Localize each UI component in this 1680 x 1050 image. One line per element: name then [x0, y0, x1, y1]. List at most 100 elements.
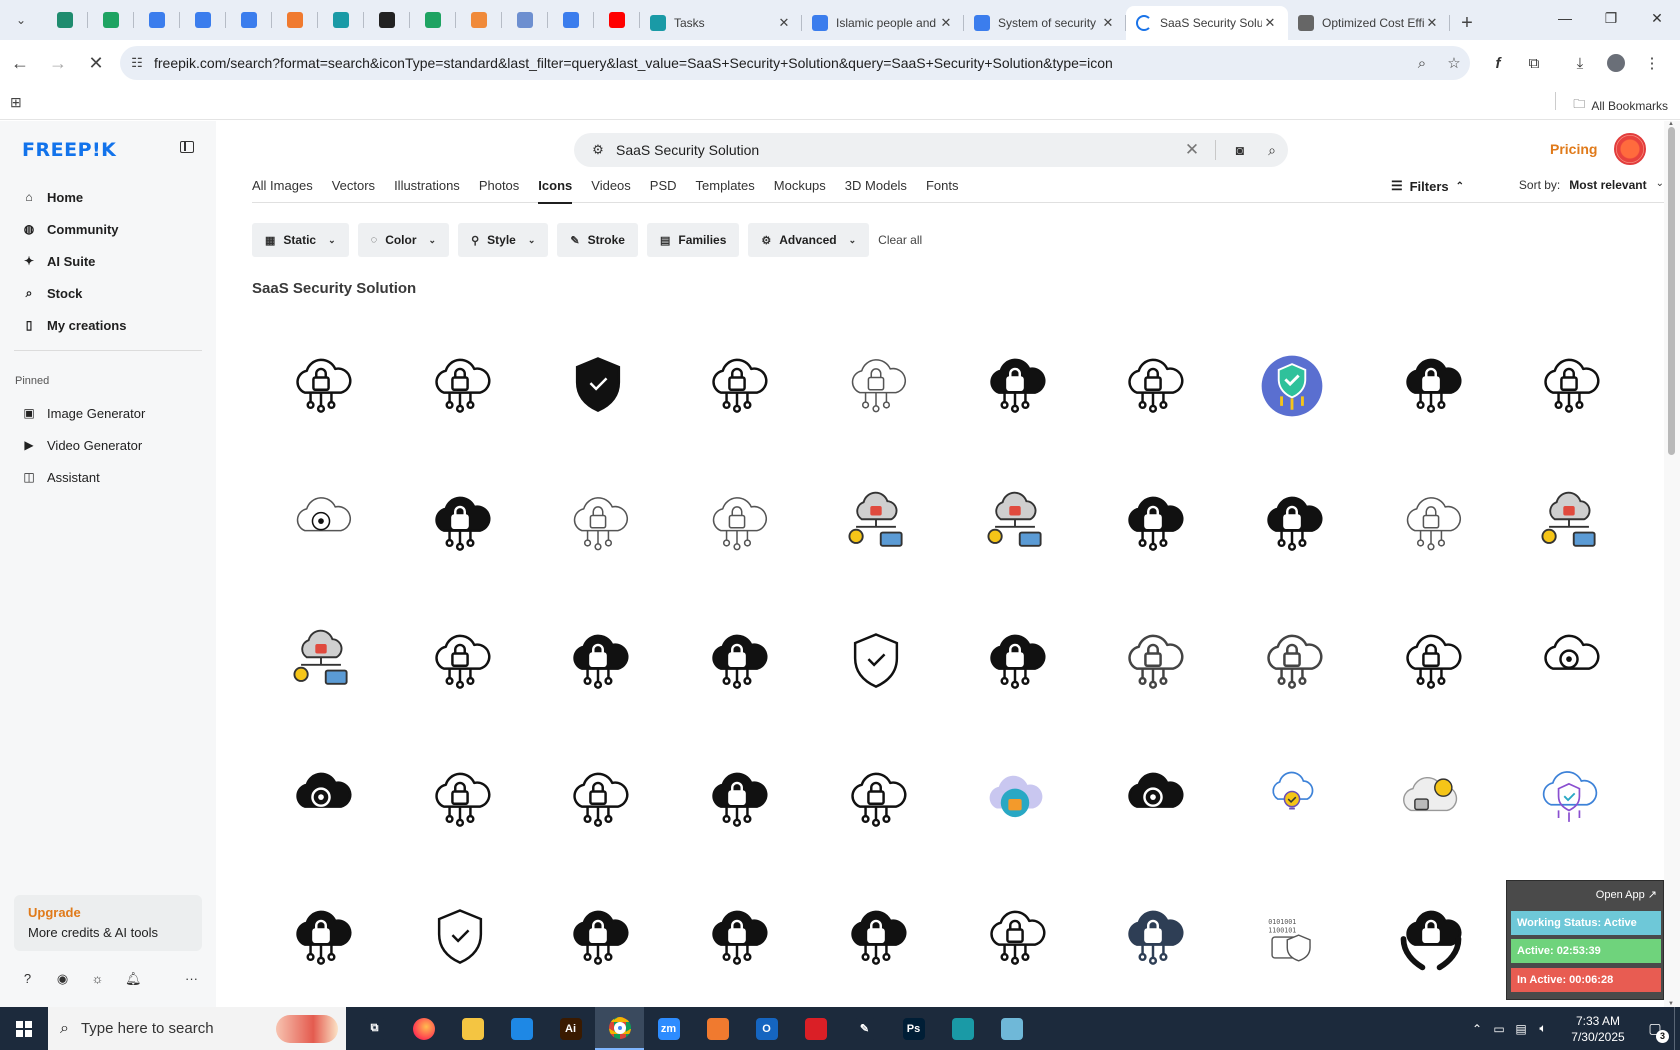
- clear-all-button[interactable]: Clear all: [878, 233, 922, 247]
- pinned-tab[interactable]: [42, 0, 88, 40]
- icon-result-shield-check-network[interactable]: [529, 317, 667, 455]
- tab-all-images[interactable]: All Images: [252, 169, 313, 203]
- taskbar-app-chrome[interactable]: [595, 1007, 644, 1050]
- taskbar-app-xampp[interactable]: [693, 1007, 742, 1050]
- taskbar-search[interactable]: ⌕ Type here to search: [48, 1007, 346, 1050]
- icon-result-cloud-lock-printer[interactable]: [391, 317, 529, 455]
- browser-tab[interactable]: Optimized Cost Effi ✕: [1288, 6, 1450, 40]
- discord-icon[interactable]: ◉: [55, 971, 70, 987]
- tab-psd[interactable]: PSD: [650, 169, 677, 203]
- icon-result-cloud-lock-hanging[interactable]: [807, 731, 945, 869]
- icon-result-cloud-shield-keyhole[interactable]: [529, 455, 667, 593]
- pinned-tab[interactable]: [180, 0, 226, 40]
- tab-mockups[interactable]: Mockups: [774, 169, 826, 203]
- icon-result-cloud-shield-network-color[interactable]: [1500, 731, 1638, 869]
- icon-result-cloud-lock-printer[interactable]: [1084, 593, 1222, 731]
- icon-result-shield-circle-color[interactable]: [1223, 317, 1361, 455]
- icon-result-cloud-check-network[interactable]: [1084, 869, 1222, 1007]
- icon-result-cloud-gear-shield-lock[interactable]: [1500, 593, 1638, 731]
- icon-result-binary-lock[interactable]: 0101001 1100101: [1223, 869, 1361, 1007]
- tab-3d-models[interactable]: 3D Models: [845, 169, 907, 203]
- icon-result-cloud-network-devices[interactable]: [668, 593, 806, 731]
- icon-result-cloud-lock-share[interactable]: [1084, 317, 1222, 455]
- pinned-tab[interactable]: [456, 0, 502, 40]
- network-icon[interactable]: ▤: [1510, 1022, 1532, 1036]
- search-bar[interactable]: ⚙ SaaS Security Solution ✕ ◙ ⌕: [574, 133, 1288, 167]
- start-button[interactable]: [0, 1007, 48, 1050]
- scrollbar-thumb[interactable]: [1668, 127, 1675, 455]
- icon-result-cloud-keyhole-frame[interactable]: [1362, 455, 1500, 593]
- icon-result-cloud-lock-share[interactable]: [391, 593, 529, 731]
- taskbar-app-vscode[interactable]: [497, 1007, 546, 1050]
- icon-result-cloud-shield-network[interactable]: [1223, 455, 1361, 593]
- icon-result-shield-cloud-check[interactable]: [807, 593, 945, 731]
- tab-search-button[interactable]: ⌄: [6, 5, 36, 35]
- filter-chip-advanced[interactable]: ⚙ Advanced ⌄: [748, 223, 870, 257]
- icon-result-cloud-shield-network[interactable]: [252, 317, 390, 455]
- icon-result-cloud-keyhole[interactable]: [807, 869, 945, 1007]
- taskbar-app-illustrator[interactable]: Ai: [546, 1007, 595, 1050]
- pinned-tab[interactable]: [364, 0, 410, 40]
- pinned-tab[interactable]: [502, 0, 548, 40]
- pinned-tab[interactable]: [226, 0, 272, 40]
- pinned-tab[interactable]: [548, 0, 594, 40]
- minimize-button[interactable]: —: [1542, 0, 1588, 36]
- icon-result-hands-cloud-lock[interactable]: [1362, 869, 1500, 1007]
- icon-result-cloud-lock-dots[interactable]: [529, 869, 667, 1007]
- icon-result-cloud-lock-people[interactable]: [1362, 317, 1500, 455]
- icon-result-shield-cloud-network[interactable]: [391, 869, 529, 1007]
- search-type-icon[interactable]: ⚙: [580, 142, 616, 158]
- icon-result-cloud-keyhole-circle[interactable]: [668, 455, 806, 593]
- taskbar-app-pen-tool[interactable]: ✎: [840, 1007, 889, 1050]
- tab-templates[interactable]: Templates: [696, 169, 755, 203]
- open-app-link[interactable]: Open App ↗: [1596, 888, 1657, 901]
- apps-grid-icon[interactable]: ⊞: [10, 94, 22, 111]
- close-window-button[interactable]: ✕: [1634, 0, 1680, 36]
- browser-tab[interactable]: Islamic people and ✕: [802, 6, 964, 40]
- pinned-tab[interactable]: [272, 0, 318, 40]
- pinned-tab[interactable]: [88, 0, 134, 40]
- icon-result-cloud-check-small[interactable]: [807, 317, 945, 455]
- menu-icon[interactable]: ⋮: [1634, 46, 1670, 80]
- camera-search-icon[interactable]: ◙: [1224, 142, 1256, 158]
- icon-result-cloud-lock-hanging[interactable]: [529, 731, 667, 869]
- notification-bell-icon[interactable]: 🔔︎: [125, 971, 142, 987]
- back-button[interactable]: ←: [2, 45, 38, 81]
- help-icon[interactable]: ?: [20, 971, 35, 987]
- filter-chip-families[interactable]: ▤ Families: [646, 223, 740, 257]
- tab-icons[interactable]: Icons: [538, 169, 572, 204]
- extensions-icon[interactable]: ⧉: [1516, 46, 1552, 80]
- pinned-tab[interactable]: [134, 0, 180, 40]
- forward-button[interactable]: →: [40, 45, 76, 81]
- taskbar-app-notepad[interactable]: [987, 1007, 1036, 1050]
- browser-tab[interactable]: SaaS Security Solu ✕: [1126, 6, 1288, 40]
- new-tab-button[interactable]: +: [1450, 6, 1484, 40]
- icon-result-cloud-gear-color[interactable]: [946, 731, 1084, 869]
- icon-result-cloud-lock-printer[interactable]: [1223, 593, 1361, 731]
- close-tab-icon[interactable]: ✕: [776, 15, 792, 31]
- icon-result-cloud-lock-network[interactable]: [391, 455, 529, 593]
- icon-result-cloud-lock-circuit[interactable]: [668, 869, 806, 1007]
- icon-result-cloud-lock-printer-color[interactable]: [946, 455, 1084, 593]
- profile-avatar[interactable]: [1598, 46, 1634, 80]
- show-desktop-button[interactable]: [1674, 1007, 1680, 1050]
- sidebar-item-my-creations[interactable]: ▯ My creations: [14, 309, 204, 341]
- sidebar-item-video-generator[interactable]: ▶ Video Generator: [14, 429, 204, 461]
- icon-result-cloud-lock-hanging-check[interactable]: [946, 869, 1084, 1007]
- icon-result-cloud-check-network[interactable]: [391, 731, 529, 869]
- icon-result-cloud-shield-network[interactable]: [946, 593, 1084, 731]
- close-tab-icon[interactable]: ✕: [938, 15, 954, 31]
- sort-value[interactable]: Most relevant: [1569, 178, 1646, 192]
- filter-chip-style[interactable]: ⚲ Style ⌄: [458, 223, 549, 257]
- icon-result-cloud-lock-network[interactable]: [668, 731, 806, 869]
- taskbar-app-firefox[interactable]: [399, 1007, 448, 1050]
- more-options-icon[interactable]: ···: [184, 971, 199, 987]
- pinned-tab[interactable]: [594, 0, 640, 40]
- icon-result-cloud-bulb-check[interactable]: [1223, 731, 1361, 869]
- filter-chip-color[interactable]: ◌ Color ⌄: [357, 223, 450, 257]
- filters-toggle[interactable]: ☰ Filters ⌃: [1391, 178, 1464, 194]
- taskbar-app-photoshop[interactable]: Ps: [889, 1007, 938, 1050]
- tab-illustrations[interactable]: Illustrations: [394, 169, 460, 203]
- icon-result-cloud-lock-check[interactable]: [946, 317, 1084, 455]
- icon-result-cloud-check-network[interactable]: [252, 869, 390, 1007]
